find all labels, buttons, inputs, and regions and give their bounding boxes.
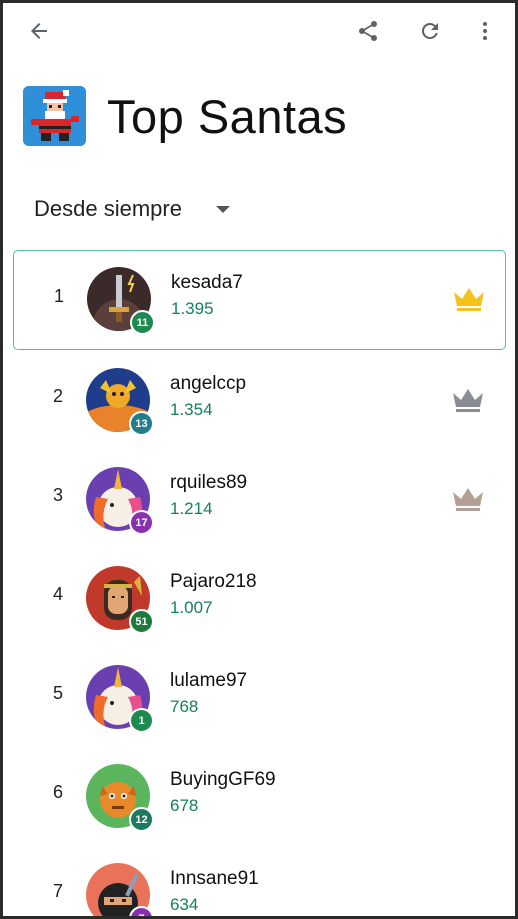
more-vert-icon <box>483 22 487 40</box>
leaderboard-row[interactable]: 77Innsane91634 <box>3 845 515 916</box>
leaderboard-row[interactable]: 4 51 Pajaro218 1.007 <box>3 548 515 647</box>
arrow-back-icon <box>31 23 47 39</box>
level-badge: 51 <box>129 609 154 634</box>
player-name: rquiles89 <box>170 472 248 493</box>
dropdown-arrow-icon <box>215 205 230 213</box>
refresh-button[interactable] <box>410 11 450 51</box>
back-button[interactable] <box>19 11 59 51</box>
share-button[interactable] <box>348 11 388 51</box>
crown-silver-icon <box>453 389 483 412</box>
crown-gold-icon <box>454 288 484 311</box>
crown-bronze-icon <box>453 488 483 511</box>
rank-number: 5 <box>52 683 63 703</box>
leaderboard-row[interactable]: 1 11 kesada7 1.395 <box>13 250 506 350</box>
page-title: Top Santas <box>107 89 348 143</box>
leaderboard-row[interactable]: 2 13 angelccp 1.354 <box>3 350 515 449</box>
player-score: 1.214 <box>170 499 213 518</box>
rank-number: 2 <box>52 386 63 406</box>
level-badge: 11 <box>130 310 155 335</box>
rank-number: 7 <box>52 881 63 901</box>
more-options-button[interactable] <box>465 11 505 51</box>
level-badge: 17 <box>129 510 154 535</box>
app-toolbar <box>3 3 515 59</box>
share-icon <box>359 21 377 41</box>
leaderboard-list: 1 11 kesada7 1.395 2 13 angelccp 1.354 3 17 rquile… <box>3 250 515 916</box>
leaderboard-row[interactable]: 3 17 rquiles89 1.214 <box>3 449 515 548</box>
player-score: 1.395 <box>171 299 214 318</box>
leaderboard-header: Top Santas <box>23 85 347 147</box>
player-score: 634 <box>170 895 199 914</box>
leaderboard-row[interactable]: 6 12 BuyingGF69 678 <box>3 746 515 845</box>
player-name: Innsane91 <box>170 868 259 889</box>
player-name: angelccp <box>170 373 247 394</box>
player-score: 1.007 <box>170 598 213 617</box>
player-score: 768 <box>170 697 199 716</box>
refresh-icon <box>421 22 438 39</box>
screen: Top Santas Desde siempre 1 11 kesada7 1.395… <box>3 3 515 916</box>
leaderboard-row[interactable]: 5 1 lulame97 768 <box>3 647 515 746</box>
player-name: Pajaro218 <box>170 571 257 592</box>
time-range-dropdown[interactable]: Desde siempre <box>34 189 230 229</box>
santa-game-icon <box>23 86 86 146</box>
level-badge: 1 <box>129 708 154 733</box>
time-range-selected: Desde siempre <box>34 196 182 221</box>
rank-number: 3 <box>52 485 63 505</box>
rank-number: 6 <box>52 782 63 802</box>
rank-number: 4 <box>52 584 63 604</box>
player-score: 678 <box>170 796 199 815</box>
player-name: kesada7 <box>171 272 243 293</box>
player-name: BuyingGF69 <box>170 769 276 790</box>
level-badge: 12 <box>129 807 154 832</box>
level-badge: 13 <box>129 411 154 436</box>
player-score: 1.354 <box>170 400 213 419</box>
rank-number: 1 <box>53 286 64 306</box>
player-name: lulame97 <box>170 670 248 691</box>
